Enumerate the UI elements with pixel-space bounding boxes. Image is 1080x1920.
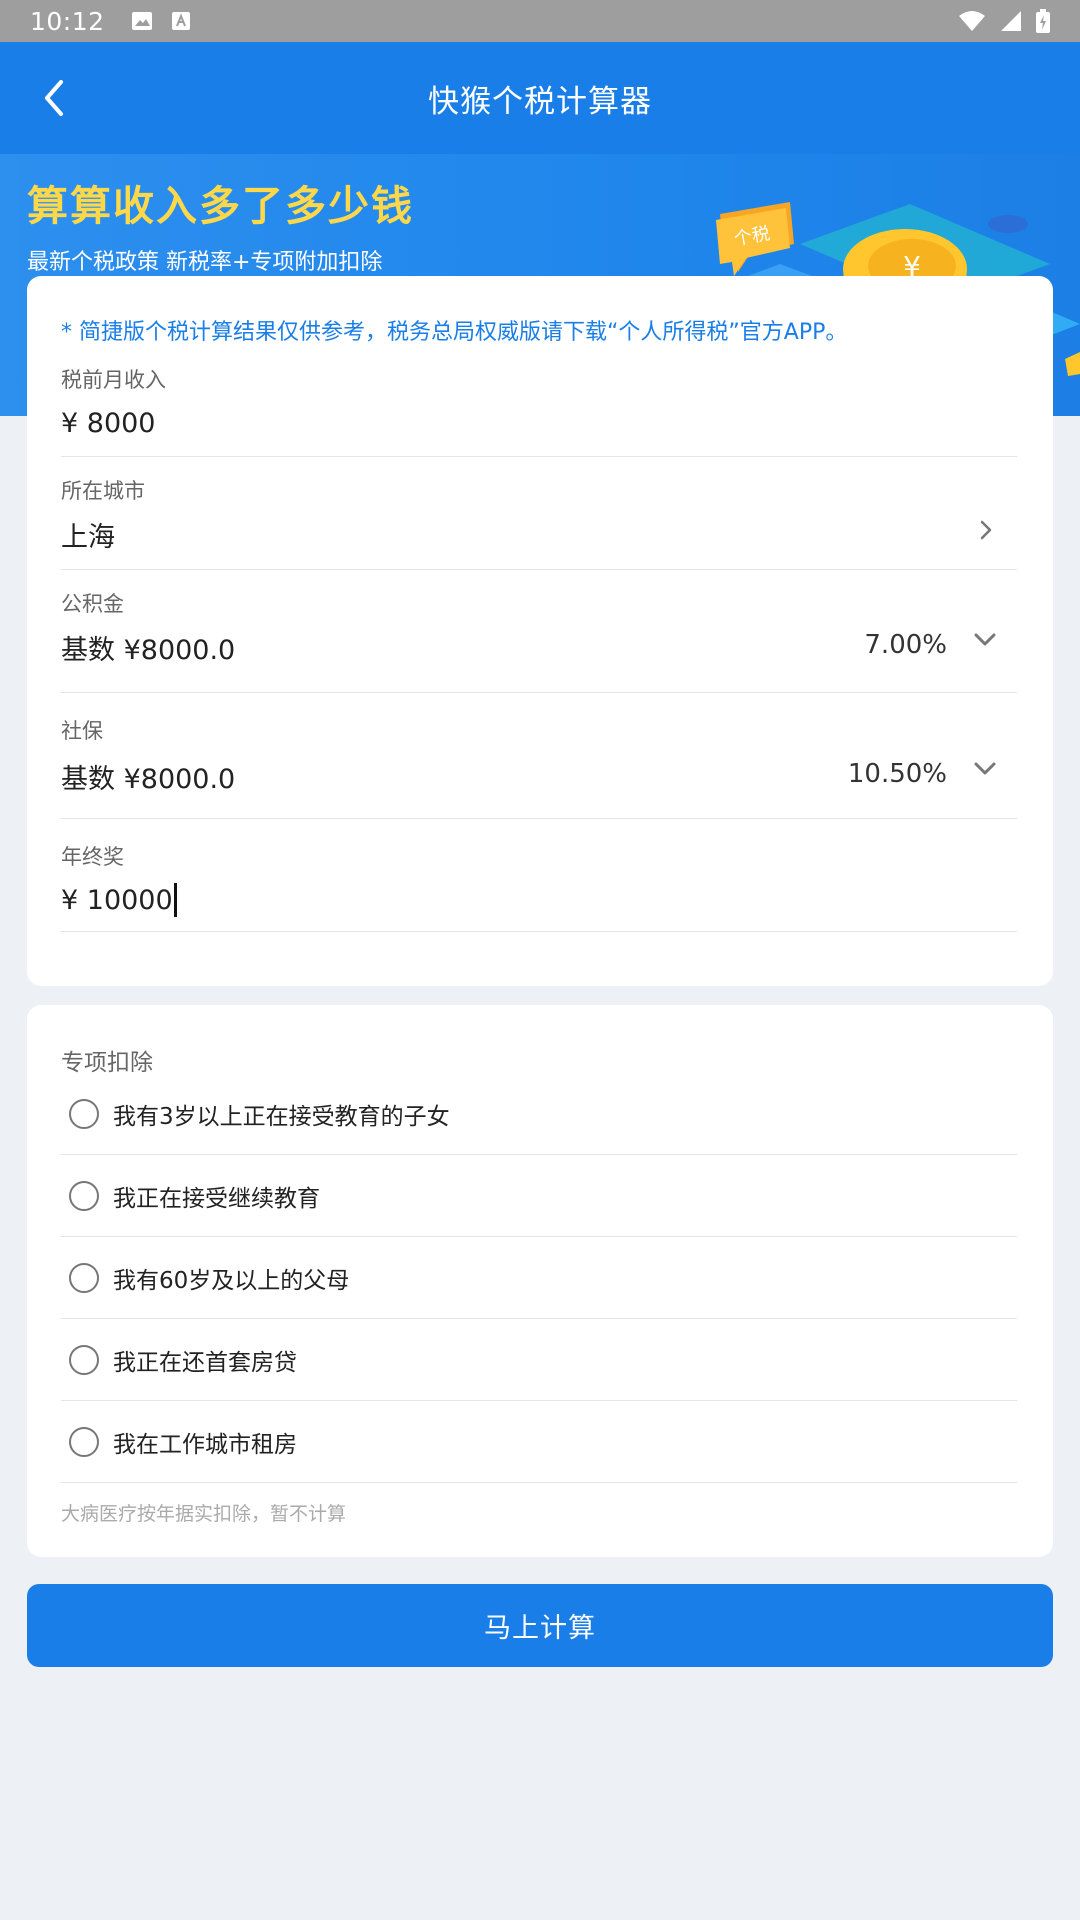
social-insurance-field[interactable]: 社保 基数 ¥8000.0 10.50% [61,693,1017,819]
calculate-button[interactable]: 马上计算 [27,1584,1053,1667]
signal-icon [1001,11,1021,31]
radio-button[interactable] [69,1180,99,1211]
special-deductions-card: 专项扣除 我有3岁以上正在接受教育的子女 我正在接受继续教育 我有60岁及以上的… [27,1005,1053,1557]
deduction-option-rent[interactable]: 我在工作城市租房 [61,1401,1017,1483]
battery-icon [1036,9,1050,33]
option-label: 我正在接受继续教育 [113,1185,320,1212]
annual-bonus-input[interactable]: ¥ 10000 [61,883,177,917]
housing-fund-rate[interactable]: 7.00% [864,630,947,660]
income-form-card: * 简捷版个税计算结果仅供参考，税务总局权威版请下载“个人所得税”官方APP。 … [27,276,1053,986]
back-button[interactable] [24,68,84,128]
banner-headline: 算算收入多了多少钱 [27,182,414,230]
deduction-option-continuing-education[interactable]: 我正在接受继续教育 [61,1155,1017,1237]
monthly-income-field[interactable]: 税前月收入 ¥ 8000 [61,364,1017,457]
annual-bonus-value: ¥ 10000 [61,884,173,916]
chevron-right-icon [980,520,992,540]
chevron-left-icon [45,80,63,116]
radio-button[interactable] [69,1262,99,1293]
notification-icons [131,11,191,31]
system-icons [958,9,1050,33]
housing-fund-base[interactable]: 基数 ¥8000.0 [61,628,235,667]
option-label: 我有60岁及以上的父母 [113,1267,350,1294]
housing-fund-field[interactable]: 公积金 基数 ¥8000.0 7.00% [61,570,1017,693]
option-label: 我有3岁以上正在接受教育的子女 [113,1103,450,1130]
social-insurance-base[interactable]: 基数 ¥8000.0 [61,757,235,796]
city-value: 上海 [61,522,115,553]
app-bar: 快猴个税计算器 [0,42,1080,154]
deduction-option-children-education[interactable]: 我有3岁以上正在接受教育的子女 [61,1073,1017,1155]
text-cursor [173,883,177,917]
deduction-note: 大病医疗按年据实扣除，暂不计算 [61,1503,347,1525]
chevron-down-icon[interactable] [973,632,997,648]
social-insurance-label: 社保 [61,719,103,743]
city-label: 所在城市 [61,479,145,503]
radio-button[interactable] [69,1098,99,1129]
radio-button[interactable] [69,1426,99,1457]
text-notification-icon [171,12,190,30]
page-title: 快猴个税计算器 [428,83,652,120]
disclaimer-notice: * 简捷版个税计算结果仅供参考，税务总局权威版请下载“个人所得税”官方APP。 [61,320,848,345]
status-bar: 10:12 [0,0,1080,42]
annual-bonus-field[interactable]: 年终奖 ¥ 10000 [61,819,1017,932]
monthly-income-input[interactable]: ¥ 8000 [61,408,155,439]
social-insurance-rate[interactable]: 10.50% [848,759,947,789]
annual-bonus-label: 年终奖 [61,845,124,869]
status-time: 10:12 [30,6,105,36]
deductions-title: 专项扣除 [61,1050,153,1076]
chevron-down-icon[interactable] [973,761,997,777]
housing-fund-label: 公积金 [61,592,124,616]
banner-subtitle: 最新个税政策 新税率+专项附加扣除 [27,250,383,275]
image-notification-icon [131,12,152,30]
deduction-option-mortgage[interactable]: 我正在还首套房贷 [61,1319,1017,1401]
deduction-option-elderly-parents[interactable]: 我有60岁及以上的父母 [61,1237,1017,1319]
option-label: 我正在还首套房贷 [113,1349,297,1376]
monthly-income-label: 税前月收入 [61,368,166,392]
radio-button[interactable] [69,1344,99,1375]
wifi-icon [959,11,985,31]
city-selector[interactable]: 所在城市 上海 [61,457,1017,570]
option-label: 我在工作城市租房 [113,1431,297,1458]
